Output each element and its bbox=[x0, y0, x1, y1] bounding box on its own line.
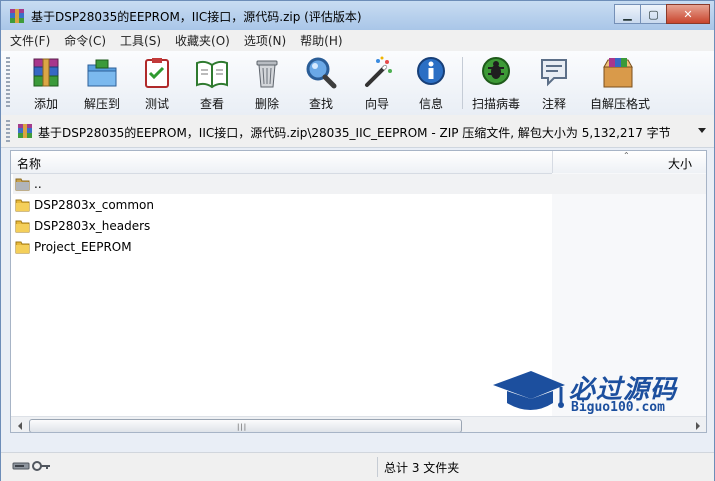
close-button[interactable]: ✕ bbox=[666, 4, 710, 24]
address-grip[interactable] bbox=[6, 120, 10, 142]
toolbar-separator bbox=[462, 57, 463, 109]
comment-note-icon bbox=[541, 59, 567, 87]
drive-key-icon bbox=[12, 461, 50, 471]
view-button[interactable]: 查看 bbox=[185, 55, 239, 111]
comment-button-label: 注释 bbox=[541, 97, 566, 111]
maximize-button[interactable]: ▢ bbox=[640, 4, 667, 24]
virus-scan-button[interactable]: 扫描病毒 bbox=[469, 55, 523, 111]
archive-icon bbox=[18, 124, 32, 138]
menu-options[interactable]: 选项(N) bbox=[239, 32, 291, 49]
add-archive-icon bbox=[33, 58, 59, 87]
info-button[interactable]: 信息 bbox=[404, 55, 458, 111]
scroll-left-icon bbox=[17, 421, 22, 430]
virus-bug-icon bbox=[482, 57, 510, 85]
folder-icon bbox=[15, 199, 30, 212]
sfx-box-icon bbox=[603, 58, 633, 88]
virus-scan-button-label: 扫描病毒 bbox=[471, 97, 520, 111]
extract-button[interactable]: 解压到 bbox=[75, 55, 129, 111]
menu-bar: 文件(F) 命令(C) 工具(S) 收藏夹(O) 选项(N) 帮助(H) bbox=[1, 30, 714, 52]
maximize-icon: ▢ bbox=[648, 7, 659, 21]
comment-button[interactable]: 注释 bbox=[527, 55, 581, 111]
minimize-button[interactable]: ▁ bbox=[614, 4, 641, 24]
winrar-window: 基于DSP28035的EEPROM，IIC接口，源代码.zip (评估版本) ▁… bbox=[0, 0, 715, 481]
test-clipboard-icon bbox=[145, 58, 169, 88]
parent-folder-icon bbox=[15, 178, 30, 191]
list-item[interactable]: DSP2803x_headers bbox=[13, 216, 551, 236]
list-item-name: DSP2803x_common bbox=[34, 198, 154, 212]
wizard-button-label: 向导 bbox=[364, 97, 389, 111]
magnifier-icon bbox=[306, 57, 337, 89]
add-button-label: 添加 bbox=[33, 97, 58, 111]
test-button-label: 测试 bbox=[144, 97, 169, 111]
archive-path[interactable]: 基于DSP28035的EEPROM，IIC接口，源代码.zip\28035_II… bbox=[38, 124, 671, 141]
folder-icon bbox=[15, 241, 30, 254]
test-button[interactable]: 测试 bbox=[130, 55, 184, 111]
winrar-app-icon bbox=[10, 9, 24, 23]
menu-file[interactable]: 文件(F) bbox=[5, 32, 55, 49]
list-item-name: .. bbox=[34, 177, 42, 191]
sfx-button[interactable]: 自解压格式 bbox=[590, 55, 651, 111]
trash-can-icon bbox=[256, 60, 278, 88]
folder-icon bbox=[15, 220, 30, 233]
list-item[interactable]: Project_EEPROM bbox=[13, 237, 551, 257]
delete-button[interactable]: 删除 bbox=[240, 55, 294, 111]
info-icon bbox=[417, 57, 445, 85]
toolbar-grip[interactable] bbox=[6, 57, 10, 109]
scroll-grip-icon: ||| bbox=[237, 423, 248, 431]
minimize-icon: ▁ bbox=[623, 7, 632, 21]
close-icon: ✕ bbox=[683, 7, 693, 21]
view-book-icon bbox=[196, 60, 228, 89]
list-item-name: Project_EEPROM bbox=[34, 240, 132, 254]
column-size-header[interactable]: 大小 bbox=[668, 155, 692, 172]
status-bar: 总计 3 文件夹 bbox=[1, 452, 714, 481]
status-summary: 总计 3 文件夹 bbox=[384, 461, 460, 475]
menu-help[interactable]: 帮助(H) bbox=[295, 32, 347, 49]
find-button-label: 查找 bbox=[308, 97, 333, 111]
scroll-right-button[interactable] bbox=[689, 417, 706, 432]
magic-wand-icon bbox=[365, 56, 392, 87]
list-item-parent[interactable]: .. bbox=[13, 174, 706, 194]
column-name-header[interactable]: 名称 bbox=[17, 155, 41, 172]
toolbar: 添加 解压到 测试 查看 删除 查找 向导 信息 扫描病毒 注释 自解压格式 bbox=[1, 51, 714, 116]
extract-button-label: 解压到 bbox=[83, 97, 120, 111]
list-item[interactable]: DSP2803x_common bbox=[13, 195, 551, 215]
wizard-button[interactable]: 向导 bbox=[350, 55, 404, 111]
watermark: 必过源码 Biguo100.com bbox=[491, 369, 701, 419]
address-dropdown-icon[interactable] bbox=[698, 128, 706, 133]
sfx-button-label: 自解压格式 bbox=[590, 97, 651, 111]
window-title: 基于DSP28035的EEPROM，IIC接口，源代码.zip (评估版本) bbox=[31, 10, 362, 24]
status-separator bbox=[377, 457, 378, 477]
menu-commands[interactable]: 命令(C) bbox=[59, 32, 111, 49]
delete-button-label: 删除 bbox=[254, 97, 279, 111]
watermark-url: Biguo100.com bbox=[571, 400, 665, 415]
window-controls: ▁ ▢ ✕ bbox=[614, 4, 710, 24]
scroll-thumb[interactable]: ||| bbox=[29, 419, 462, 432]
scroll-right-icon bbox=[695, 421, 700, 430]
address-bar: 基于DSP28035的EEPROM，IIC接口，源代码.zip\28035_II… bbox=[1, 115, 714, 148]
sort-ascending-icon: ⌃ bbox=[623, 151, 630, 160]
title-bar[interactable]: 基于DSP28035的EEPROM，IIC接口，源代码.zip (评估版本) ▁… bbox=[1, 1, 714, 30]
column-header: 名称 ⌃ 大小 bbox=[11, 151, 706, 174]
menu-favorites[interactable]: 收藏夹(O) bbox=[170, 32, 235, 49]
scroll-left-button[interactable] bbox=[11, 417, 28, 432]
graduation-cap-icon bbox=[493, 371, 565, 410]
menu-tools[interactable]: 工具(S) bbox=[115, 32, 166, 49]
extract-folder-icon bbox=[87, 59, 117, 87]
column-divider[interactable] bbox=[552, 151, 553, 173]
find-button[interactable]: 查找 bbox=[294, 55, 348, 111]
info-button-label: 信息 bbox=[418, 97, 443, 111]
view-button-label: 查看 bbox=[199, 97, 224, 111]
add-button[interactable]: 添加 bbox=[19, 55, 73, 111]
list-item-name: DSP2803x_headers bbox=[34, 219, 151, 233]
